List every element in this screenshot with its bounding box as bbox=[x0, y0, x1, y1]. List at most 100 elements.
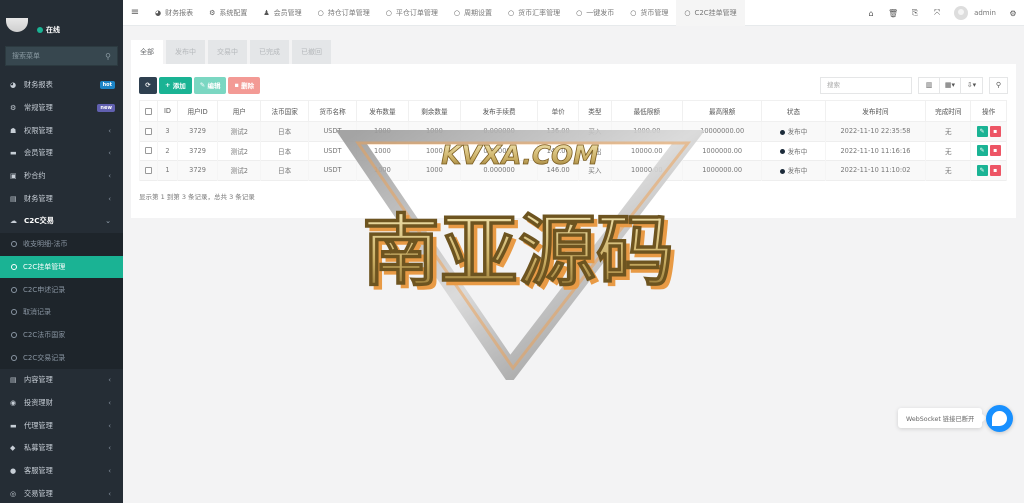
settings-cogs-icon[interactable]: ⚙ bbox=[1002, 9, 1024, 18]
sidebar-item[interactable]: ☗ 权限管理 ‹ bbox=[0, 119, 123, 142]
circle-icon bbox=[11, 286, 17, 293]
avatar[interactable] bbox=[6, 18, 28, 32]
column-header[interactable]: 操作 bbox=[970, 100, 1007, 122]
row-delete-button[interactable]: ▪ bbox=[989, 145, 1001, 157]
nav-tab[interactable]: ○ 持仓订单管理 bbox=[310, 0, 378, 26]
calendar-icon: ▣ bbox=[10, 172, 17, 181]
nav-tab[interactable]: ○ 一键发币 bbox=[568, 0, 622, 26]
row-delete-button[interactable]: ▪ bbox=[989, 164, 1001, 176]
nav-tab[interactable]: ○ C2C挂单管理 bbox=[676, 0, 745, 26]
sidebar-subitem[interactable]: 取消记录 bbox=[0, 301, 123, 324]
column-header[interactable]: 发布数量 bbox=[355, 100, 409, 122]
column-header[interactable]: 状态 bbox=[761, 100, 826, 122]
sidebar-item[interactable]: ▣ 秒合约 ‹ bbox=[0, 165, 123, 188]
cell-coin: USDT bbox=[308, 121, 357, 141]
table-search-input[interactable] bbox=[820, 76, 912, 94]
select-all-header[interactable] bbox=[138, 100, 159, 122]
chat-button[interactable] bbox=[986, 405, 1013, 432]
sidebar-item[interactable]: ☁ C2C交易 ⌄ bbox=[0, 210, 123, 233]
column-header[interactable]: 完成时间 bbox=[925, 100, 972, 122]
table-panel: ⟳ + 添加 ✎ 编辑 ▪ 删除 ▥ ▦▾ ⇩▾ ⚲ ID用户ID用户法币国家货… bbox=[131, 64, 1016, 218]
sidebar-subitem-label: 取消记录 bbox=[23, 308, 51, 317]
menu-search[interactable]: ⚲ bbox=[5, 46, 118, 66]
select-all-checkbox[interactable] bbox=[145, 107, 153, 115]
refresh-button[interactable]: ⟳ bbox=[139, 76, 157, 94]
sidebar-item[interactable]: ▬ 代理管理 ‹ bbox=[0, 414, 123, 437]
sidebar-subitem[interactable]: 收支明细-法币 bbox=[0, 233, 123, 256]
row-checkbox[interactable] bbox=[145, 166, 153, 174]
row-select-cell[interactable] bbox=[138, 121, 159, 141]
status-tab[interactable]: 全部 bbox=[131, 40, 163, 64]
sidebar-item[interactable]: ● 客服管理 ‹ bbox=[0, 460, 123, 483]
nav-tab-label: 一键发币 bbox=[586, 8, 615, 17]
table-row[interactable]: 2 3729 测试2 日本 USDT 1000 1000 0.000000 148.00 卖出 10… bbox=[138, 141, 1007, 161]
sidebar-subitem[interactable]: C2C法币国家 bbox=[0, 324, 123, 347]
sidebar-item[interactable]: ▤ 内容管理 ‹ bbox=[0, 369, 123, 392]
row-edit-button[interactable]: ✎ bbox=[976, 164, 988, 176]
cell-time: 2022-11-10 11:16:16 bbox=[824, 141, 927, 161]
cell-min: 10000.00 bbox=[610, 141, 683, 161]
sidebar-subitem[interactable]: C2C交易记录 bbox=[0, 346, 123, 369]
card-view-icon[interactable]: ▥ bbox=[919, 77, 940, 93]
row-edit-button[interactable]: ✎ bbox=[976, 145, 988, 157]
column-header[interactable]: 货币名称 bbox=[308, 100, 357, 122]
column-header[interactable]: 最高限额 bbox=[681, 100, 763, 122]
row-edit-button[interactable]: ✎ bbox=[976, 125, 988, 137]
status-tab[interactable]: 交易中 bbox=[208, 40, 247, 64]
cell-actions: ✎ ▪ bbox=[970, 141, 1007, 161]
sidebar-item-label: 代理管理 bbox=[24, 420, 53, 430]
column-header[interactable]: ID bbox=[157, 100, 178, 122]
menu-toggle-icon[interactable]: ≡ bbox=[123, 7, 147, 18]
nav-tab[interactable]: ◕ 财务报表 bbox=[147, 0, 201, 26]
nav-tab[interactable]: ○ 货币管理 bbox=[622, 0, 676, 26]
sidebar-item[interactable]: ◉ 投资理财 ‹ bbox=[0, 392, 123, 415]
status-tab[interactable]: 已撤回 bbox=[292, 40, 331, 64]
nav-tab[interactable]: ♟ 会员管理 bbox=[255, 0, 309, 26]
sidebar-item[interactable]: ⚙ 常规管理 new bbox=[0, 97, 123, 120]
sidebar-subitem[interactable]: C2C申述记录 bbox=[0, 278, 123, 301]
menu-search-input[interactable] bbox=[12, 52, 92, 60]
column-header[interactable]: 最低限额 bbox=[610, 100, 683, 122]
row-checkbox[interactable] bbox=[145, 127, 153, 135]
column-header[interactable]: 用户 bbox=[217, 100, 262, 122]
column-header[interactable]: 发布手续费 bbox=[459, 100, 539, 122]
row-select-cell[interactable] bbox=[138, 160, 159, 180]
nav-tab[interactable]: ○ 货币汇率管理 bbox=[500, 0, 568, 26]
sidebar-subitem[interactable]: C2C挂单管理 bbox=[0, 255, 123, 279]
advanced-search-icon[interactable]: ⚲ bbox=[989, 76, 1008, 94]
table-row[interactable]: 1 3729 测试2 日本 USDT 1000 1000 0.000000 146.00 买入 10… bbox=[138, 160, 1007, 180]
sidebar-item[interactable]: ◆ 私募管理 ‹ bbox=[0, 437, 123, 460]
export-dropdown-icon[interactable]: ⇩▾ bbox=[961, 78, 982, 93]
home-icon[interactable]: ⌂ bbox=[860, 9, 882, 18]
nav-tab[interactable]: ○ 周期设置 bbox=[446, 0, 500, 26]
sidebar-item[interactable]: ▤ 财务管理 ‹ bbox=[0, 187, 123, 210]
add-button[interactable]: + 添加 bbox=[159, 76, 192, 94]
status-tab[interactable]: 发布中 bbox=[166, 40, 205, 64]
column-header[interactable]: 法币国家 bbox=[260, 100, 310, 122]
status-tab[interactable]: 已完成 bbox=[250, 40, 289, 64]
nav-tab[interactable]: ○ 平仓订单管理 bbox=[378, 0, 446, 26]
delete-button[interactable]: ▪ 删除 bbox=[228, 76, 261, 94]
column-header[interactable]: 用户ID bbox=[176, 100, 219, 122]
fullscreen-icon[interactable]: ⤧ bbox=[926, 8, 948, 18]
chevron-left-icon: ‹ bbox=[108, 398, 111, 407]
sidebar-item[interactable]: ◎ 交易管理 ‹ bbox=[0, 482, 123, 503]
table-row[interactable]: 3 3729 测试2 日本 USDT 1000 1000 0.000000 136.00 买入 10… bbox=[138, 121, 1007, 141]
row-delete-button[interactable]: ▪ bbox=[989, 125, 1001, 137]
sidebar-item[interactable]: ◕ 财务报表 hot bbox=[0, 74, 123, 97]
translate-icon[interactable]: ⎘ bbox=[904, 8, 926, 18]
c2c-icon: ☁ bbox=[10, 217, 17, 226]
nav-tab[interactable]: ⚙ 系统配置 bbox=[201, 0, 255, 26]
edit-button[interactable]: ✎ 编辑 bbox=[193, 76, 227, 94]
column-header[interactable]: 单价 bbox=[537, 100, 580, 122]
row-checkbox[interactable] bbox=[145, 147, 153, 155]
columns-dropdown-icon[interactable]: ▦▾ bbox=[940, 77, 961, 93]
search-icon[interactable]: ⚲ bbox=[105, 52, 111, 61]
column-header[interactable]: 剩余数量 bbox=[407, 100, 461, 122]
sidebar-item[interactable]: ▬ 会员管理 ‹ bbox=[0, 142, 123, 165]
column-header[interactable]: 发布时间 bbox=[824, 100, 927, 122]
trash-icon[interactable]: 🗑︎ bbox=[882, 9, 904, 18]
user-menu[interactable]: admin bbox=[954, 6, 996, 20]
column-header[interactable]: 类型 bbox=[578, 100, 612, 122]
row-select-cell[interactable] bbox=[138, 141, 159, 161]
